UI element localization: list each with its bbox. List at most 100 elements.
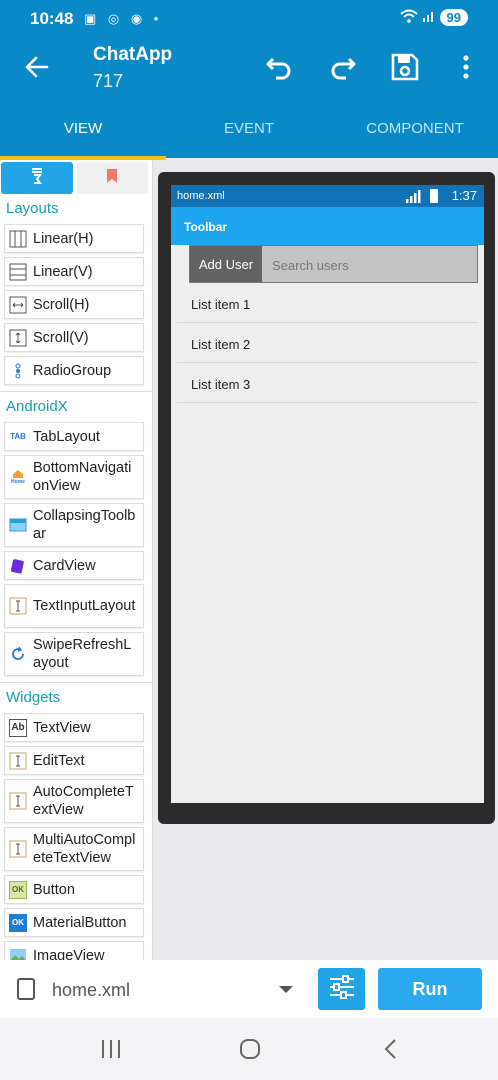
- clock: 10:48: [30, 9, 74, 28]
- list-item[interactable]: List item 3: [177, 363, 478, 403]
- edittext-icon: [9, 752, 27, 770]
- palette-item-label: MaterialButton: [33, 914, 127, 931]
- preview-toolbar[interactable]: Toolbar: [171, 207, 484, 245]
- device-frame: home.xml 1:37 Toolbar Add User Search us…: [158, 172, 495, 824]
- preview-file-name: home.xml: [177, 190, 225, 202]
- more-menu-icon[interactable]: [454, 52, 478, 87]
- undo-icon[interactable]: [264, 52, 294, 87]
- palette-item-tablayout[interactable]: TAB TabLayout: [4, 422, 144, 451]
- collapsing-toolbar-icon: [9, 516, 27, 534]
- save-icon[interactable]: [390, 52, 420, 87]
- button-icon: OK: [9, 880, 27, 899]
- system-nav-bar: [0, 1018, 498, 1080]
- linear-v-icon: [9, 263, 27, 281]
- tab-component[interactable]: COMPONENT: [332, 100, 498, 158]
- palette-item-imageview[interactable]: ImageView: [4, 941, 144, 960]
- palette-item-label: TextView: [33, 719, 91, 736]
- palette-item-label: Button: [33, 881, 75, 898]
- scroll-h-icon: [9, 296, 27, 314]
- home-icon-caption: Home: [11, 479, 25, 485]
- status-bar: 10:48 ▣ ◎ ◉ • 99: [0, 0, 498, 38]
- palette-item-linear-h[interactable]: Linear(H): [4, 224, 144, 253]
- bookmark-icon: [106, 168, 118, 189]
- palette-item-textview[interactable]: Ab TextView: [4, 713, 144, 742]
- palette-item-label: Linear(H): [33, 230, 94, 247]
- editor-tabs: VIEW EVENT COMPONENT: [0, 100, 498, 160]
- palette-item-swiperefreshlayout[interactable]: SwipeRefreshLayout: [4, 632, 144, 676]
- palette-item-cardview[interactable]: CardView: [4, 551, 144, 580]
- home-icon: Home: [9, 468, 27, 486]
- palette-item-label: RadioGroup: [33, 362, 112, 379]
- palette-item-label: BottomNavigationView: [33, 460, 132, 494]
- palette-item-materialbutton[interactable]: OK MaterialButton: [4, 908, 144, 937]
- bottom-bar: home.xml Run: [0, 960, 498, 1018]
- palette-tabs: [0, 160, 152, 194]
- radiogroup-icon: [9, 362, 27, 380]
- file-icon: [16, 977, 36, 1006]
- palette-item-label: ImageView: [33, 947, 105, 961]
- palette-item-label: MultiAutoCompleteTextView: [33, 832, 136, 866]
- palette-item-label: SwipeRefreshLayout: [33, 637, 132, 671]
- widget-palette: Layouts Linear(H) Linear(V) Scroll(H) Sc…: [0, 160, 153, 960]
- layout-preview: home.xml 1:37 Toolbar Add User Search us…: [153, 160, 498, 960]
- tab-view[interactable]: VIEW: [0, 100, 166, 160]
- palette-item-label: TextInputLayout: [33, 598, 136, 614]
- back-arrow-icon[interactable]: [24, 54, 50, 85]
- palette-item-collapsingtoolbar[interactable]: CollapsingToolbar: [4, 503, 144, 547]
- palette-tab-bookmarks[interactable]: [76, 162, 148, 194]
- config-button[interactable]: [318, 968, 365, 1010]
- palette-item-bottomnavigationview[interactable]: Home BottomNavigationView: [4, 455, 144, 499]
- list-item[interactable]: List item 2: [177, 323, 478, 363]
- signal-icon: [422, 9, 436, 26]
- add-user-button[interactable]: Add User: [190, 246, 262, 282]
- home-nav-icon[interactable]: [239, 1038, 261, 1065]
- palette-item-label: Scroll(V): [33, 329, 89, 346]
- wifi-icon: [399, 9, 418, 26]
- tab-icon: TAB: [10, 432, 26, 441]
- sliders-icon: [328, 974, 356, 1005]
- palette-item-label: CollapsingToolbar: [33, 508, 136, 542]
- redo-icon[interactable]: [328, 52, 358, 87]
- palette-item-textinputlayout[interactable]: TextInputLayout: [4, 584, 144, 628]
- preview-time: 1:37: [451, 188, 477, 203]
- palette-item-label: AutoCompleteTextView: [33, 784, 134, 818]
- section-widgets: Widgets: [6, 689, 61, 706]
- palette-item-autocompletetextview[interactable]: AutoCompleteTextView: [4, 779, 144, 823]
- notification-icons: ▣ ◎ ◉ •: [84, 11, 163, 26]
- palette-item-multiautocompletetextview[interactable]: MultiAutoCompleteTextView: [4, 827, 144, 871]
- search-users-input[interactable]: Search users: [262, 246, 477, 282]
- imageview-icon: [9, 947, 27, 960]
- section-layouts: Layouts: [6, 200, 59, 217]
- tab-event[interactable]: EVENT: [166, 100, 332, 158]
- battery-badge: 99: [439, 9, 468, 26]
- text-input-icon: [9, 597, 27, 615]
- chevron-down-icon[interactable]: [279, 986, 293, 993]
- palette-item-linear-v[interactable]: Linear(V): [4, 257, 144, 286]
- palette-item-scroll-v[interactable]: Scroll(V): [4, 323, 144, 352]
- section-androidx: AndroidX: [6, 398, 68, 415]
- list-item[interactable]: List item 1: [177, 283, 478, 323]
- project-id: 717: [93, 71, 124, 91]
- palette-item-edittext[interactable]: EditText: [4, 746, 144, 775]
- palette-item-button[interactable]: OK Button: [4, 875, 144, 904]
- palette-item-label: Linear(V): [33, 263, 93, 280]
- palette-item-label: TabLayout: [33, 428, 100, 445]
- palette-item-radiogroup[interactable]: RadioGroup: [4, 356, 144, 385]
- system-icons: 99: [399, 9, 468, 26]
- app-bar: ChatApp 717: [0, 38, 498, 100]
- file-selector[interactable]: home.xml: [52, 980, 130, 1001]
- run-button[interactable]: Run: [378, 968, 482, 1010]
- palette-item-scroll-h[interactable]: Scroll(H): [4, 290, 144, 319]
- linear-h-icon: [9, 230, 27, 248]
- palette-item-label: Scroll(H): [33, 296, 90, 313]
- palette-tab-widgets[interactable]: [1, 162, 73, 194]
- palette-item-label: CardView: [33, 557, 96, 574]
- scroll-v-icon: [9, 329, 27, 347]
- preview-search-row: Add User Search users: [189, 245, 478, 283]
- recents-icon[interactable]: [100, 1038, 122, 1065]
- refresh-icon: [9, 645, 27, 663]
- palette-item-label: EditText: [33, 752, 85, 769]
- multi-autocomplete-icon: [9, 840, 27, 858]
- device-screen[interactable]: home.xml 1:37 Toolbar Add User Search us…: [171, 185, 484, 803]
- back-nav-icon[interactable]: [380, 1038, 402, 1065]
